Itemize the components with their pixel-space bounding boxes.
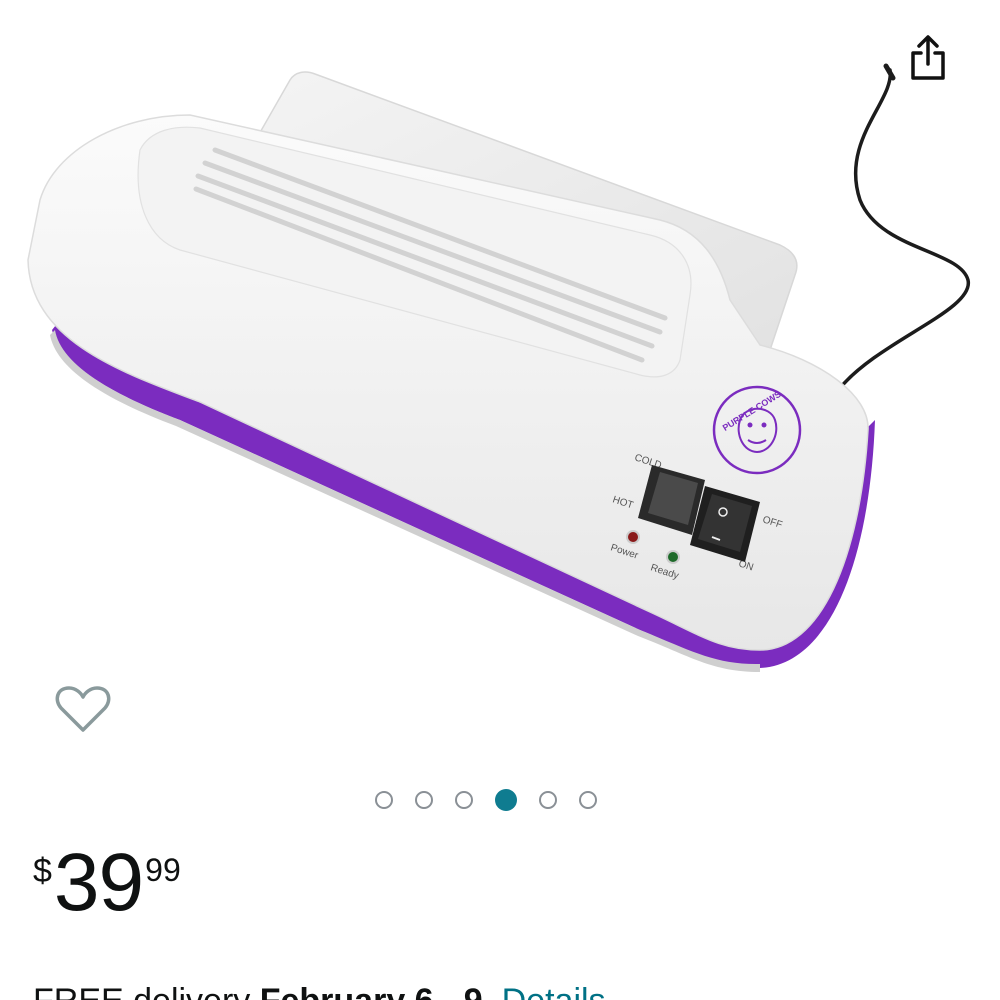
carousel-dot[interactable]: [579, 791, 597, 809]
carousel-dot[interactable]: [415, 791, 433, 809]
carousel-dot[interactable]: [539, 791, 557, 809]
product-price: $ 39 99: [33, 842, 181, 932]
carousel-dot[interactable]: [455, 791, 473, 809]
carousel-indicator: [375, 787, 597, 813]
product-page: PURPLE COWS COLD HOT OFF ON Power Ready: [0, 0, 1000, 1000]
carousel-dot[interactable]: [375, 791, 393, 809]
delivery-dates: February 6 - 9: [260, 982, 483, 1000]
carousel-dot[interactable]: [495, 789, 517, 811]
share-button[interactable]: [900, 30, 956, 86]
heart-outline-icon: [55, 686, 111, 732]
delivery-info: FREE delivery February 6 - 9. Details: [33, 982, 606, 1000]
delivery-details-link[interactable]: Details: [502, 982, 606, 1000]
price-currency-symbol: $: [33, 852, 52, 890]
share-icon: [911, 35, 945, 80]
price-whole: 39: [53, 837, 144, 928]
price-fraction: 99: [145, 852, 181, 888]
delivery-prefix: FREE delivery: [33, 982, 260, 1000]
wishlist-button[interactable]: [52, 680, 114, 738]
product-image[interactable]: PURPLE COWS COLD HOT OFF ON Power Ready: [0, 0, 1000, 680]
delivery-separator: .: [483, 982, 502, 1000]
